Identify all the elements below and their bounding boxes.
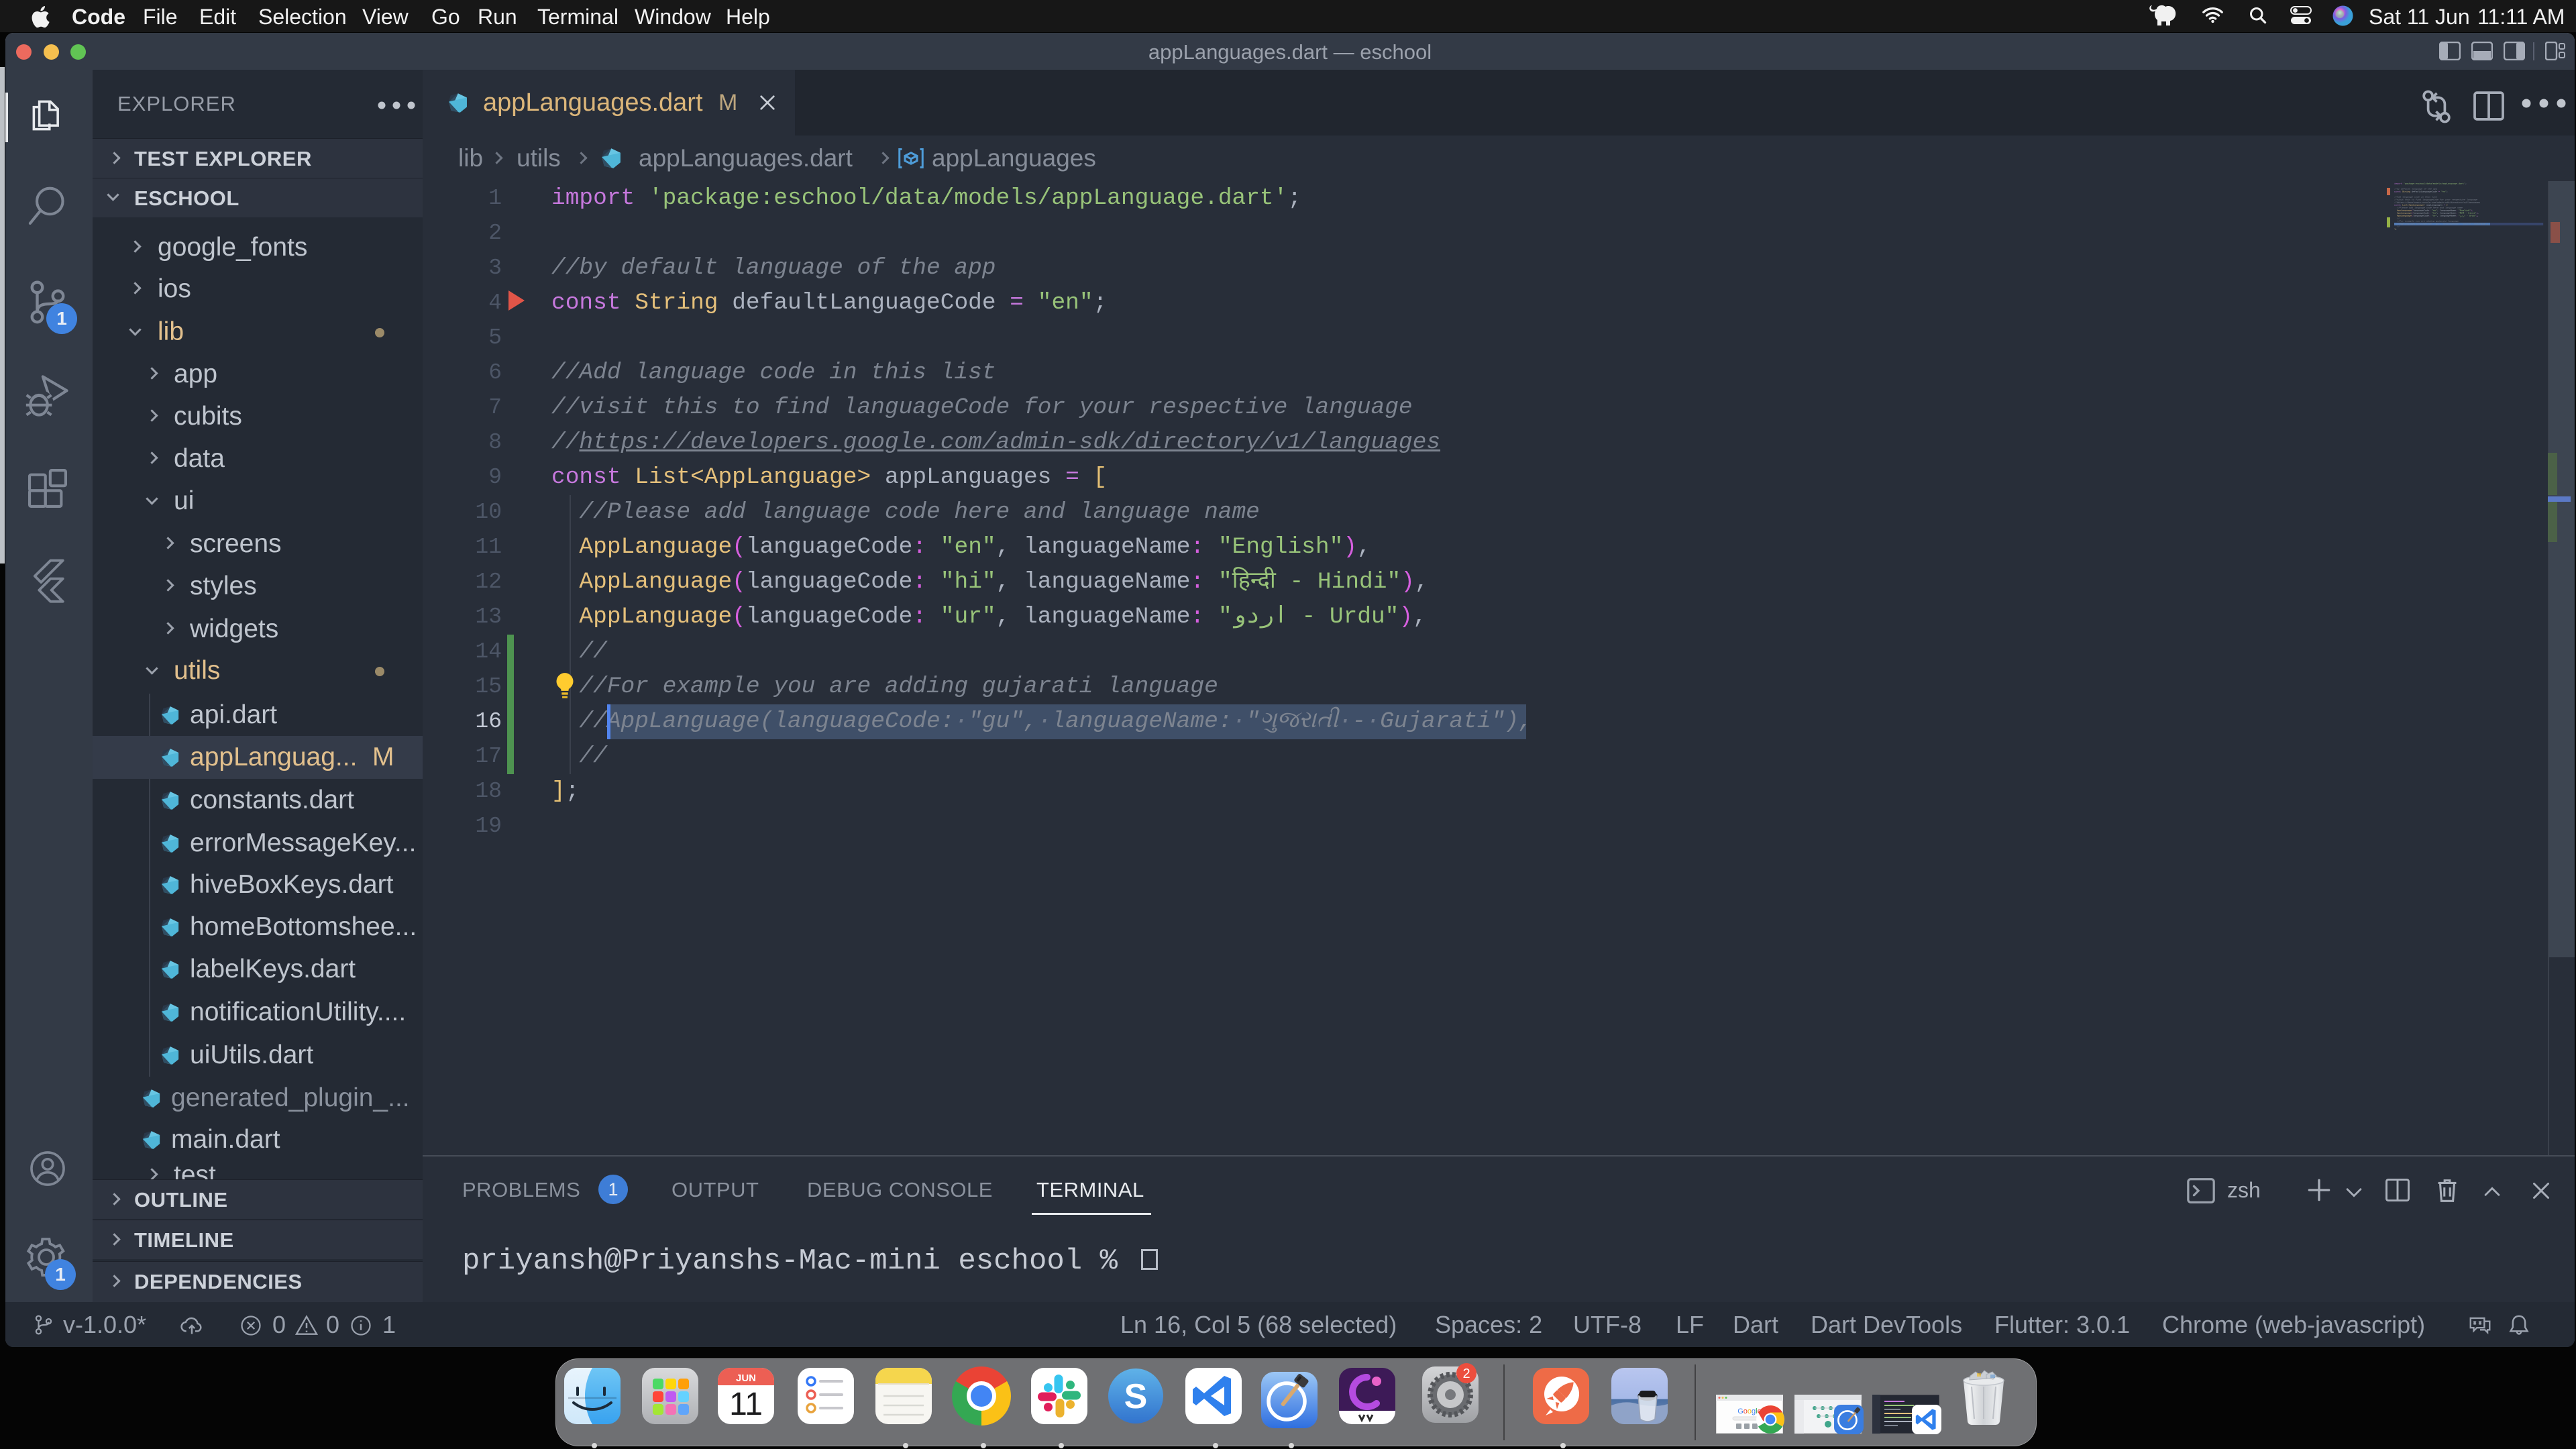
svg-text:2: 2 [1462, 1366, 1470, 1381]
svg-text:JUN: JUN [736, 1373, 756, 1384]
svg-text:11: 11 [729, 1387, 763, 1422]
svg-text:S: S [1124, 1377, 1148, 1416]
